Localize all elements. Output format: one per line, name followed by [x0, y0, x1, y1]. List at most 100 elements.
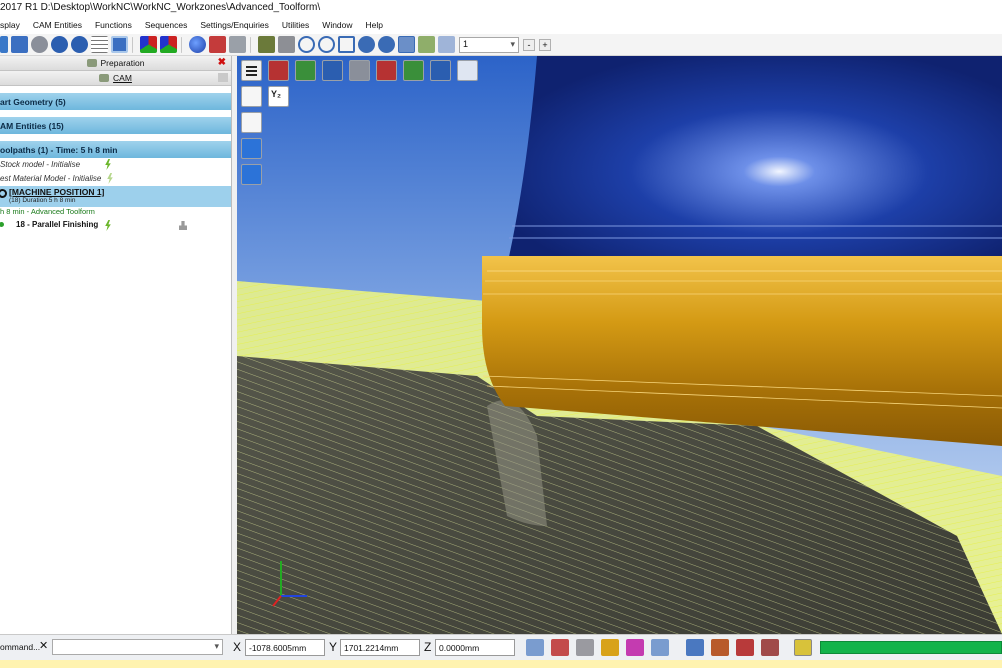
list-item-rest-material[interactable]: est Material Model - Initialise — [0, 172, 231, 186]
toolbar-separator — [250, 36, 251, 53]
model-icon[interactable] — [258, 36, 275, 53]
view-top-button[interactable] — [322, 60, 343, 81]
save-icon[interactable] — [11, 36, 28, 53]
grid-icon[interactable] — [91, 36, 108, 53]
refresh-icon[interactable] — [378, 36, 395, 53]
main-toolbar: 1 - + — [0, 34, 1002, 56]
select-cursor-icon[interactable] — [526, 639, 544, 656]
machine-tool-icon[interactable] — [711, 639, 729, 656]
view-back-button[interactable] — [349, 60, 370, 81]
view-front-button[interactable] — [268, 60, 289, 81]
menu-sequences[interactable]: Sequences — [139, 18, 195, 34]
cam-tree-panel: Preparation ✖ CAM art Geometry (5) AM En… — [0, 56, 232, 634]
toolform-label: h 8 min - Advanced Toolform — [0, 207, 95, 216]
z-label: Z — [424, 640, 432, 654]
book-icon[interactable] — [761, 639, 779, 656]
zoom-icon[interactable] — [298, 36, 315, 53]
brush-icon[interactable] — [601, 639, 619, 656]
lightning-icon — [107, 173, 113, 184]
pick-point-icon[interactable] — [551, 639, 569, 656]
new-icon[interactable] — [0, 36, 8, 53]
view-left-button[interactable] — [376, 60, 397, 81]
minus-button[interactable]: - — [523, 38, 535, 51]
progress-bar — [820, 641, 1002, 654]
paint-icon[interactable] — [626, 639, 644, 656]
redo-icon[interactable] — [71, 36, 88, 53]
close-command-icon[interactable]: ✕ — [39, 639, 48, 652]
3d-viewport[interactable]: Y₂ — [237, 56, 1002, 634]
view-shaded-button[interactable] — [241, 138, 262, 159]
measure-icon[interactable] — [418, 36, 435, 53]
layout-icon[interactable] — [111, 36, 128, 53]
camera-icon[interactable] — [229, 36, 246, 53]
view-wireframe-button[interactable] — [241, 86, 262, 107]
fit-icon[interactable] — [398, 36, 415, 53]
menu-help[interactable]: Help — [360, 18, 390, 34]
sphere-icon[interactable] — [189, 36, 206, 53]
rest-material-label: est Material Model - Initialise — [0, 174, 102, 183]
menu-display[interactable]: splay — [0, 18, 27, 34]
stock-model-label: Stock model - Initialise — [0, 160, 81, 169]
tab-cam-label: CAM — [113, 73, 132, 83]
close-icon[interactable]: ✖ — [218, 57, 226, 68]
duration-label: (18) Duration 5 h 8 min — [9, 197, 76, 204]
slash-tool-icon[interactable] — [651, 639, 669, 656]
axes-alt-icon[interactable] — [160, 36, 177, 53]
lightning-icon — [105, 220, 111, 231]
tab-preparation[interactable]: Preparation ✖ — [0, 56, 231, 71]
list-item-stock-model[interactable]: Stock model - Initialise — [0, 158, 231, 172]
menu-functions[interactable]: Functions — [89, 18, 139, 34]
menu-window[interactable]: Window — [316, 18, 359, 34]
section-toolpaths[interactable]: oolpaths (1) - Time: 5 h 8 min — [0, 140, 231, 158]
filter-icon[interactable] — [438, 36, 455, 53]
run-icon[interactable] — [794, 639, 812, 656]
x-label: X — [233, 640, 242, 654]
menu-bar: splay CAM Entities Functions Sequences S… — [0, 18, 1002, 34]
section-cam-entities[interactable]: AM Entities (15) — [0, 116, 231, 134]
view-iso-button[interactable] — [430, 60, 451, 81]
axes-icon[interactable] — [140, 36, 157, 53]
list-item-machine-position[interactable]: [MACHINE POSITION 1] (18) Duration 5 h 8… — [0, 186, 231, 207]
z-coordinate-field[interactable]: 0.0000mm — [435, 639, 515, 656]
list-item-toolform[interactable]: h 8 min - Advanced Toolform — [0, 207, 231, 218]
level-select[interactable]: 1 — [459, 36, 519, 53]
machine-position-label: [MACHINE POSITION 1] — [9, 187, 105, 197]
plus-button[interactable]: + — [539, 38, 551, 51]
cam-icon — [99, 74, 110, 82]
info-icon[interactable] — [686, 639, 704, 656]
view-camera-button[interactable] — [457, 60, 478, 81]
axis-view-button[interactable]: Y₂ — [268, 86, 289, 107]
view-bottom-button[interactable] — [403, 60, 424, 81]
scene-render — [237, 56, 1002, 634]
report-icon[interactable] — [736, 639, 754, 656]
x-coordinate-field[interactable]: -1078.6005mm — [245, 639, 325, 656]
status-bar: ommand... ✕ X -1078.6005mm Y 1701.2214mm… — [0, 634, 1002, 660]
y-coordinate-field[interactable]: 1701.2214mm — [340, 639, 420, 656]
undo-icon[interactable] — [51, 36, 68, 53]
view-cube-button[interactable] — [241, 112, 262, 133]
tab-cam[interactable]: CAM — [0, 71, 231, 86]
view-right-button[interactable] — [295, 60, 316, 81]
window-title: 2017 R1 D:\Desktop\WorkNC\WorkNC_Workzon… — [0, 0, 1002, 18]
menu-cam-entities[interactable]: CAM Entities — [27, 18, 89, 34]
pin-icon[interactable] — [218, 73, 228, 82]
machine-icon — [0, 189, 7, 198]
menu-settings[interactable]: Settings/Enquiries — [194, 18, 276, 34]
command-input[interactable] — [52, 639, 223, 655]
section-part-geometry[interactable]: art Geometry (5) — [0, 92, 231, 110]
view-icon[interactable] — [278, 36, 295, 53]
tool-icon — [179, 221, 187, 230]
view-solid-button[interactable] — [241, 164, 262, 185]
zoom-window-icon[interactable] — [318, 36, 335, 53]
y-label: Y — [329, 640, 338, 654]
print-icon[interactable] — [31, 36, 48, 53]
pan-icon[interactable] — [338, 36, 355, 53]
viewport-menu-button[interactable] — [241, 60, 262, 81]
shading-icon[interactable] — [209, 36, 226, 53]
pen-icon[interactable] — [576, 639, 594, 656]
list-item-parallel-finishing[interactable]: 18 - Parallel Finishing — [0, 218, 231, 232]
toolbar-separator — [132, 36, 133, 53]
toolbar-separator — [181, 36, 182, 53]
menu-utilities[interactable]: Utilities — [276, 18, 316, 34]
rotate-icon[interactable] — [358, 36, 375, 53]
